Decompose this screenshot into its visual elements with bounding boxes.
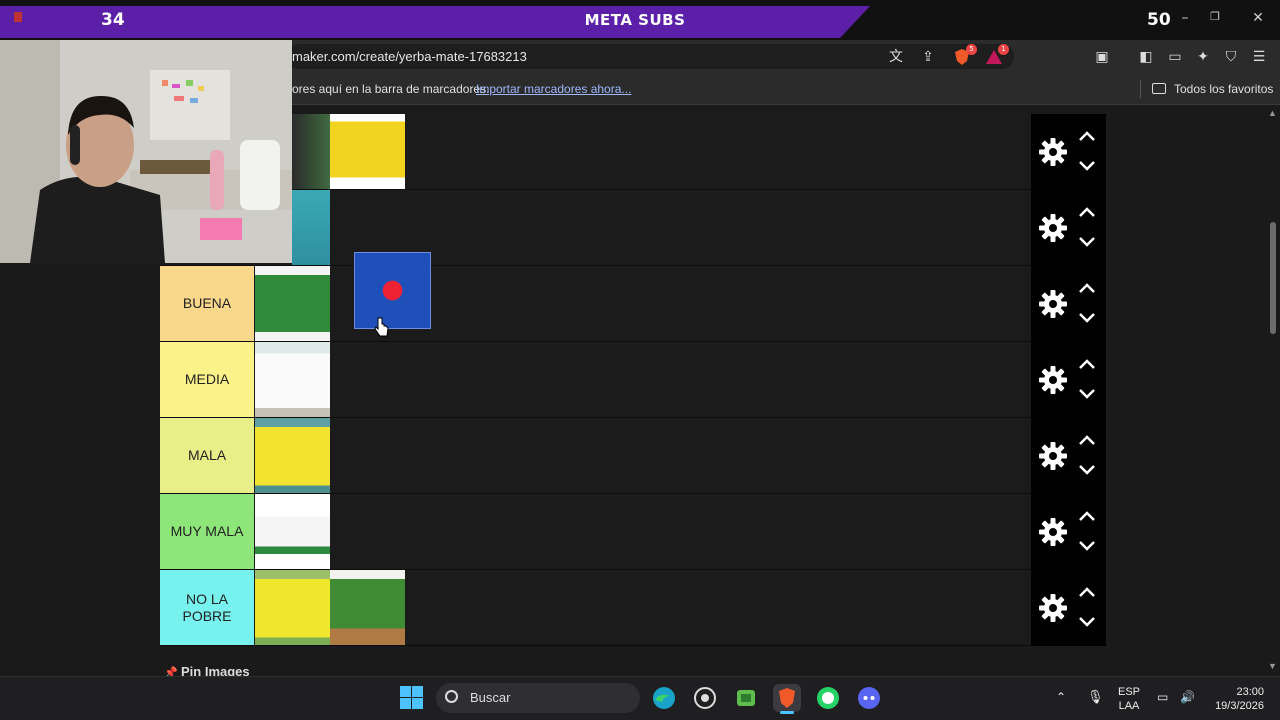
tier-controls — [1031, 418, 1106, 494]
tier-item-white-pack[interactable] — [255, 342, 330, 417]
tier-item-green-pack[interactable] — [255, 266, 330, 341]
divider — [1140, 80, 1141, 98]
language-top: ESP — [1117, 686, 1140, 698]
wallet-icon[interactable]: ▭ — [1166, 48, 1184, 66]
settings-gear-icon[interactable] — [1037, 212, 1069, 244]
settings-gear-icon[interactable] — [1037, 364, 1069, 396]
sub-count-goal: 50 — [1147, 10, 1171, 30]
tier-item-canarias-yellow-pack[interactable] — [255, 418, 330, 493]
webcam-overlay — [0, 40, 292, 263]
scroll-down-icon[interactable]: ▼ — [1268, 661, 1277, 671]
translate-icon[interactable]: 文 — [887, 48, 905, 66]
tier-item-sara-pack-dragging[interactable] — [355, 253, 430, 328]
tier-label[interactable]: NO LA POBRE — [160, 570, 254, 645]
move-down-icon[interactable] — [1075, 614, 1099, 630]
settings-gear-icon[interactable] — [1037, 288, 1069, 320]
tier-row: MUY MALA — [160, 494, 1031, 570]
move-down-icon[interactable] — [1075, 386, 1099, 402]
tier-row: BUENA — [160, 253, 1031, 342]
url-text[interactable]: maker.com/create/yerba-mate-17683213 — [292, 49, 527, 64]
move-down-icon[interactable] — [1075, 234, 1099, 250]
hand-cursor-icon — [374, 316, 390, 343]
brave-browser-icon[interactable] — [773, 684, 801, 712]
tier-label[interactable]: MALA — [160, 418, 254, 493]
android-studio-icon[interactable] — [732, 684, 760, 712]
move-up-icon[interactable] — [1075, 280, 1099, 296]
tier-row: NO LA POBRE — [160, 570, 1031, 646]
close-button[interactable]: ✕ — [1248, 10, 1268, 26]
all-bookmarks-button[interactable]: Todos los favoritos — [1174, 82, 1273, 96]
move-up-icon[interactable] — [1075, 432, 1099, 448]
scrollbar[interactable] — [1267, 106, 1280, 676]
clock[interactable]: 23:00 19/3/2026 — [1206, 685, 1264, 713]
folder-icon — [1152, 83, 1166, 94]
move-up-icon[interactable] — [1075, 508, 1099, 524]
tier-controls — [1031, 266, 1106, 342]
settings-gear-icon[interactable] — [1037, 592, 1069, 624]
tier-item-pindare-pack[interactable] — [330, 114, 405, 189]
scroll-up-icon[interactable]: ▲ — [1268, 108, 1277, 118]
search-placeholder: Buscar — [470, 690, 511, 705]
move-up-icon[interactable] — [1075, 584, 1099, 600]
language-bottom: LAA — [1118, 700, 1140, 712]
settings-gear-icon[interactable] — [1037, 136, 1069, 168]
search-icon — [445, 690, 458, 703]
leo-ai-icon[interactable]: ✦ — [1194, 48, 1212, 66]
scrollbar-thumb[interactable] — [1270, 222, 1276, 334]
tier-row: MALA — [160, 418, 1031, 494]
tier-row: MEDIA — [160, 342, 1031, 418]
active-app-indicator — [780, 711, 794, 714]
tier-controls — [1031, 190, 1106, 266]
shield-badge: 5 — [966, 44, 977, 55]
tier-controls — [1031, 342, 1106, 418]
obs-icon[interactable] — [691, 684, 719, 712]
settings-gear-icon[interactable] — [1037, 440, 1069, 472]
tier-controls — [1031, 114, 1106, 190]
import-bookmarks-link[interactable]: Importar marcadores ahora... — [476, 82, 631, 96]
tier-item-canarias-white-pack[interactable] — [255, 494, 330, 569]
move-up-icon[interactable] — [1075, 128, 1099, 144]
tier-label[interactable]: MEDIA — [160, 342, 254, 417]
bookmarks-message: ores aquí en la barra de marcadores. — [292, 82, 490, 96]
tier-item-partial[interactable] — [292, 190, 330, 265]
volume-icon[interactable]: 🔊 — [1180, 690, 1195, 704]
settings-gear-icon[interactable] — [1037, 516, 1069, 548]
move-down-icon[interactable] — [1075, 462, 1099, 478]
share-icon[interactable]: ⇪ — [919, 48, 937, 66]
minimize-button[interactable]: – — [1175, 10, 1195, 26]
show-hidden-icons-icon[interactable]: ⌃ — [1056, 690, 1066, 704]
move-down-icon[interactable] — [1075, 310, 1099, 326]
tier-item-export-pack[interactable] — [255, 570, 330, 645]
tier-item-partial[interactable] — [292, 114, 330, 189]
sub-goal-title: META SUBS — [584, 11, 686, 29]
rewards-icon[interactable]: 1 — [985, 44, 1009, 66]
move-down-icon[interactable] — [1075, 158, 1099, 174]
edge-icon[interactable] — [650, 684, 678, 712]
language-indicator[interactable]: ESP LAA — [1116, 685, 1142, 713]
move-up-icon[interactable] — [1075, 204, 1099, 220]
sidebar-icon[interactable]: ◧ — [1137, 48, 1155, 66]
whatsapp-icon[interactable] — [814, 684, 842, 712]
tier-item-green-mate-pack[interactable] — [330, 570, 405, 645]
clock-time: 23:00 — [1236, 686, 1264, 698]
clock-date: 19/3/2026 — [1215, 700, 1264, 712]
menu-icon[interactable]: ☰ — [1250, 48, 1268, 66]
maximize-button[interactable]: ❐ — [1205, 10, 1225, 23]
windows-start-icon[interactable] — [400, 686, 423, 709]
move-down-icon[interactable] — [1075, 538, 1099, 554]
tier-controls — [1031, 570, 1106, 646]
tier-label[interactable]: BUENA — [160, 266, 254, 341]
microphone-icon[interactable]: 🎙 — [1087, 690, 1104, 704]
tier-label[interactable]: MUY MALA — [160, 494, 254, 569]
discord-icon[interactable] — [855, 684, 883, 712]
alert-badge: 1 — [998, 44, 1009, 55]
vpn-icon[interactable]: ⛉ — [1222, 48, 1240, 66]
cast-icon[interactable]: ▣ — [1093, 48, 1111, 66]
brave-shield-icon[interactable]: 5 — [953, 44, 977, 66]
taskbar-search-field[interactable] — [436, 683, 640, 713]
tier-controls — [1031, 494, 1106, 570]
network-icon[interactable]: ▭ — [1157, 690, 1168, 704]
move-up-icon[interactable] — [1075, 356, 1099, 372]
